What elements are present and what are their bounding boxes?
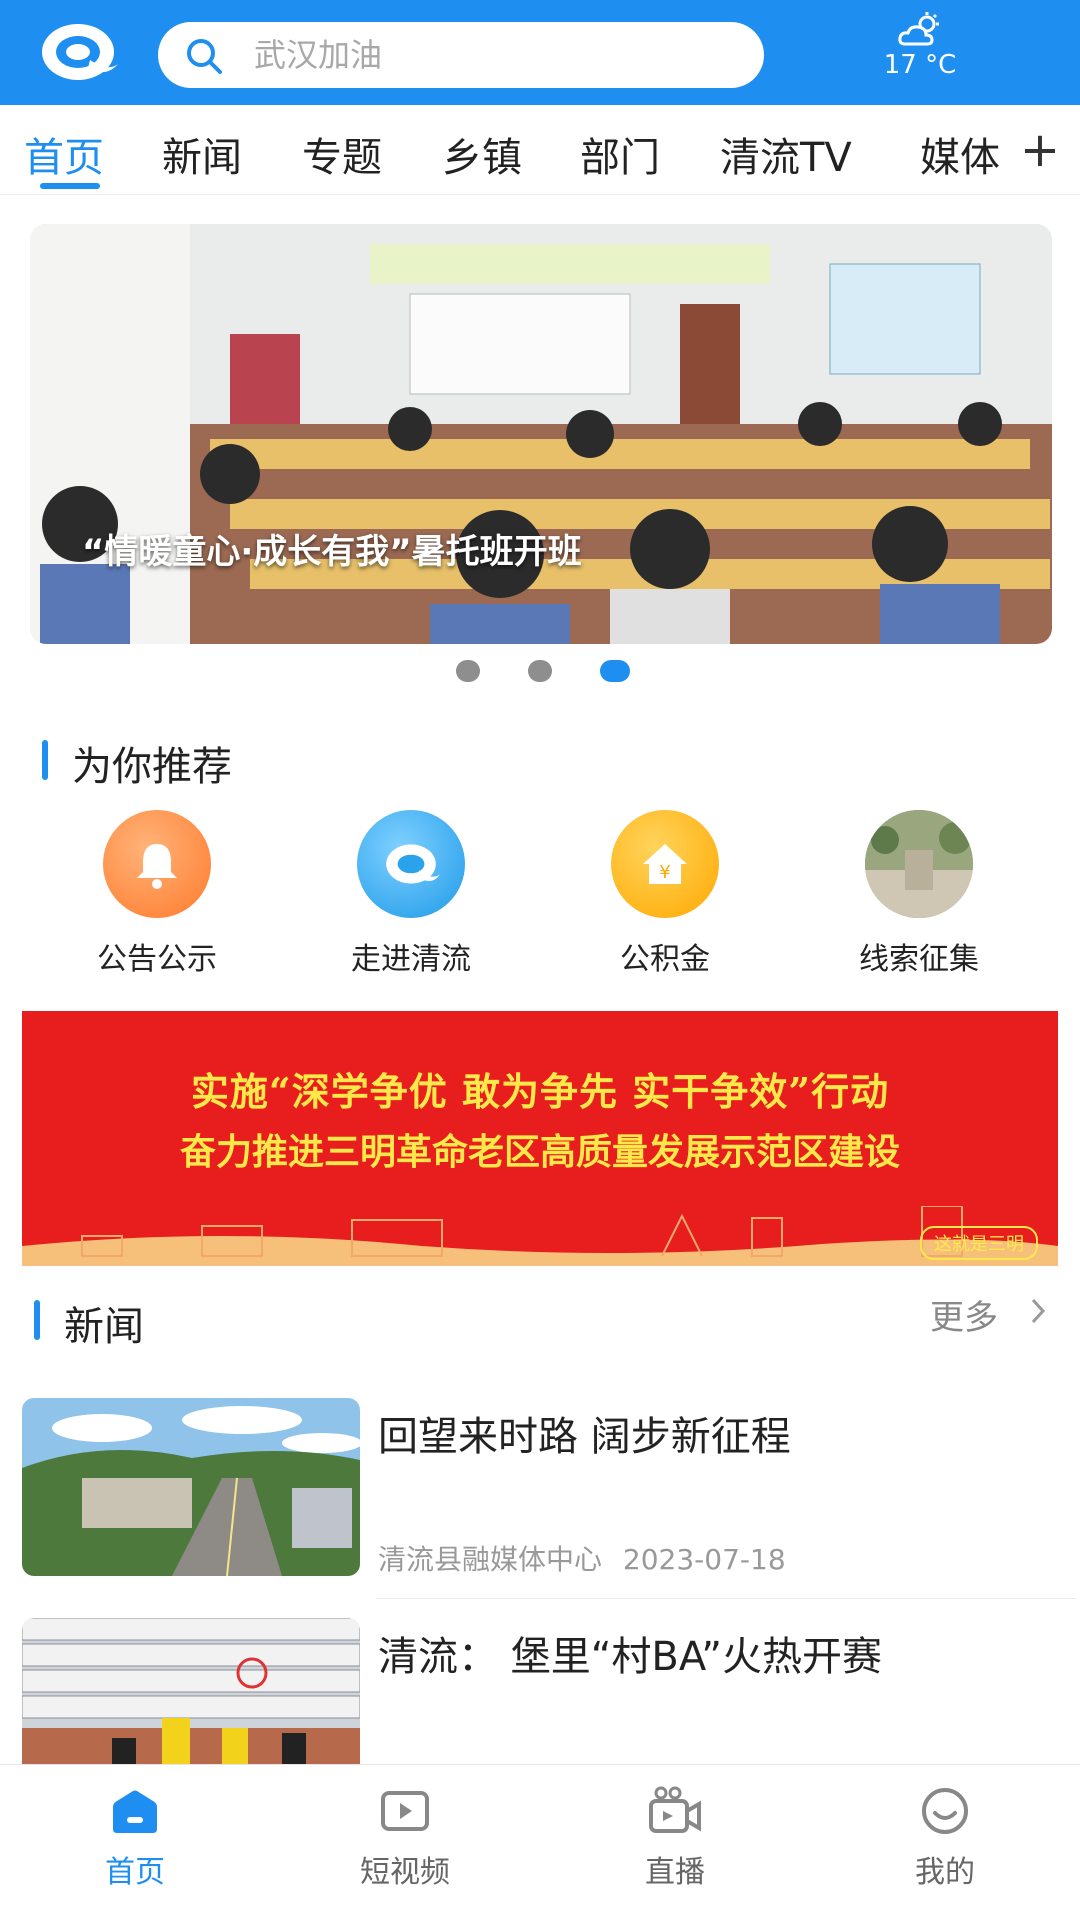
- recommend-label: 线索征集: [859, 942, 979, 977]
- top-header: 17 °C: [0, 0, 1080, 105]
- banner-image: [30, 224, 1052, 644]
- bell-icon: [103, 810, 211, 918]
- news-list-item[interactable]: 清流： 堡里“村BA”火热开赛: [22, 1618, 1058, 1764]
- recommend-item-tip-collection[interactable]: 线索征集: [792, 810, 1046, 977]
- news-meta: 清流县融媒体中心 2023-07-18: [378, 1538, 786, 1578]
- nav-label: 短视频: [360, 1855, 450, 1890]
- carousel-dot[interactable]: [528, 660, 552, 682]
- app-logo-icon: [357, 810, 465, 918]
- promo-skyline-decoration: [22, 1206, 1058, 1266]
- section-accent-bar: [34, 1300, 40, 1340]
- search-input[interactable]: [254, 32, 734, 78]
- tab-media[interactable]: 媒体: [920, 125, 1000, 183]
- tab-qingliu-tv[interactable]: 清流TV: [720, 125, 852, 183]
- section-accent-bar: [42, 740, 48, 780]
- live-camera-icon: [649, 1786, 701, 1833]
- recommend-section-title: 为你推荐: [72, 744, 232, 790]
- tab-towns[interactable]: 乡镇: [442, 125, 522, 183]
- nav-live[interactable]: 直播: [540, 1785, 810, 1891]
- search-bar[interactable]: [158, 22, 764, 88]
- list-divider: [376, 1598, 1076, 1599]
- news-list-item[interactable]: 回望来时路 阔步新征程 清流县融媒体中心 2023-07-18: [22, 1398, 1058, 1598]
- bottom-navigation: 首页 短视频 直播 我的: [0, 1764, 1080, 1920]
- house-yuan-icon: ¥: [611, 810, 719, 918]
- news-section-title: 新闻: [64, 1304, 144, 1350]
- nav-label: 首页: [105, 1855, 165, 1890]
- add-channel-button[interactable]: +: [1000, 117, 1080, 187]
- video-play-icon: [381, 1791, 429, 1831]
- nav-home[interactable]: 首页: [0, 1785, 270, 1891]
- photo-thumb-icon: [865, 810, 973, 918]
- banner-carousel[interactable]: “情暖童心·成长有我”暑托班开班: [30, 224, 1052, 644]
- chevron-right-icon[interactable]: [1028, 1296, 1048, 1326]
- recommend-item-announcements[interactable]: 公告公示: [30, 810, 284, 977]
- nav-profile[interactable]: 我的: [810, 1785, 1080, 1891]
- weather-temperature: 17 °C: [883, 50, 957, 80]
- recommend-label: 走进清流: [351, 942, 471, 977]
- news-thumbnail: [22, 1618, 360, 1764]
- smiley-icon: [922, 1788, 968, 1834]
- carousel-dot[interactable]: [456, 660, 480, 682]
- news-title: 回望来时路 阔步新征程: [378, 1414, 791, 1460]
- news-thumbnail: [22, 1398, 360, 1576]
- nav-short-video[interactable]: 短视频: [270, 1785, 540, 1891]
- carousel-dot-active[interactable]: [600, 660, 630, 682]
- news-more-link[interactable]: 更多: [930, 1290, 998, 1339]
- weather-widget[interactable]: 17 °C: [870, 12, 970, 92]
- nav-label: 直播: [645, 1855, 705, 1890]
- news-date: 2023-07-18: [622, 1543, 786, 1576]
- banner-caption: “情暖童心·成长有我”暑托班开班: [82, 532, 582, 572]
- carousel-indicators: [0, 660, 1080, 684]
- recommend-item-housing-fund[interactable]: ¥ 公积金: [538, 810, 792, 977]
- promo-banner[interactable]: 实施“深学争优 敢为争先 实干争效”行动 奋力推进三明革命老区高质量发展示范区建…: [22, 1011, 1058, 1266]
- active-tab-indicator: [40, 183, 100, 189]
- news-source: 清流县融媒体中心: [378, 1543, 603, 1576]
- news-title: 清流： 堡里“村BA”火热开赛: [378, 1634, 883, 1680]
- promo-line-1: 实施“深学争优 敢为争先 实干争效”行动: [190, 1069, 890, 1114]
- app-logo-icon[interactable]: [38, 20, 120, 84]
- tab-departments[interactable]: 部门: [580, 125, 660, 183]
- svg-text:¥: ¥: [659, 862, 670, 883]
- tab-news[interactable]: 新闻: [162, 125, 242, 183]
- nav-label: 我的: [915, 1855, 975, 1890]
- recommend-item-explore-qingliu[interactable]: 走进清流: [284, 810, 538, 977]
- recommend-label: 公积金: [620, 942, 710, 977]
- home-icon: [113, 1790, 157, 1833]
- promo-line-2: 奋力推进三明革命老区高质量发展示范区建设: [179, 1131, 900, 1173]
- tab-home[interactable]: 首页: [24, 125, 104, 183]
- search-icon: [187, 39, 222, 74]
- recommend-label: 公告公示: [97, 942, 217, 977]
- channel-tabs: 首页 新闻 专题 乡镇 部门 清流TV 媒体 +: [0, 105, 1080, 195]
- tab-topics[interactable]: 专题: [302, 125, 382, 183]
- promo-stamp: 这就是三明: [920, 1226, 1038, 1260]
- partly-cloudy-icon: [898, 12, 939, 46]
